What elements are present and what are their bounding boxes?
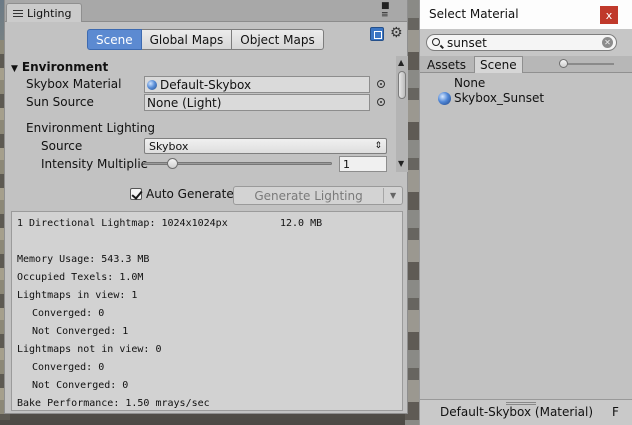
material-sphere-icon — [147, 79, 157, 90]
skybox-material-value: Default-Skybox — [160, 77, 252, 92]
list-item-label: Skybox_Sunset — [454, 91, 545, 105]
intensity-slider-thumb[interactable] — [167, 158, 178, 169]
list-item-none[interactable]: None — [454, 76, 485, 90]
source-dropdown[interactable]: Skybox ⇕ — [144, 138, 387, 154]
stat-memory-usage: Memory Usage: 543.3 MB — [17, 254, 150, 265]
stat-lightmap: 1 Directional Lightmap: 1024x1024px — [17, 218, 228, 229]
list-item-label: None — [454, 76, 486, 90]
search-row: sunset ✕ — [420, 29, 632, 57]
stat-in-view-converged: Converged: 0 — [32, 308, 105, 319]
preview-size-slider-track[interactable] — [564, 63, 614, 65]
mode-scene-button[interactable]: Scene — [87, 29, 142, 50]
select-material-window: Select Material x sunset ✕ Assets Scene … — [419, 0, 632, 425]
object-picker-icon[interactable] — [377, 98, 385, 106]
sun-source-value: None (Light) — [147, 95, 222, 110]
footer-truncated-text: F — [612, 405, 619, 419]
stat-not-in-view-not-converged: Not Converged: 0 — [32, 380, 129, 391]
auto-generate-toggle[interactable]: Auto Generate — [130, 187, 234, 201]
lighting-list-icon — [13, 9, 23, 18]
clear-search-icon[interactable]: ✕ — [602, 37, 613, 48]
select-material-title: Select Material — [429, 7, 519, 21]
chevron-down-icon[interactable]: ▼ — [384, 191, 402, 200]
stat-in-view-not-converged: Not Converged: 1 — [32, 326, 129, 337]
source-label: Source — [41, 139, 83, 153]
generate-lighting-label: Generate Lighting — [254, 188, 363, 203]
lighting-stats-panel: 1 Directional Lightmap: 1024x1024px 12.0… — [11, 211, 403, 411]
skybox-material-label: Skybox Material — [26, 77, 122, 91]
select-material-titlebar: Select Material x — [420, 0, 632, 29]
lighting-window: Lighting ■ ≡ Scene Global Maps Object Ma… — [4, 0, 408, 414]
selected-material-label: Default-Skybox (Material) — [440, 405, 594, 419]
preview-size-slider-thumb[interactable] — [559, 59, 568, 68]
dropdown-arrows-icon: ⇕ — [374, 141, 382, 151]
environment-section: ▼ Environment Skybox Material Default-Sky… — [5, 56, 397, 174]
close-button[interactable]: x — [600, 6, 618, 24]
list-item-skybox-sunset[interactable]: Skybox_Sunset — [438, 91, 544, 105]
generate-lighting-button[interactable]: Generate Lighting ▼ — [233, 186, 403, 205]
sun-source-label: Sun Source — [26, 95, 94, 109]
lighting-tab[interactable]: Lighting — [6, 3, 82, 22]
intensity-multiplier-label: Intensity Multiplie — [41, 157, 149, 171]
scroll-up-icon[interactable]: ▲ — [398, 58, 404, 67]
tab-scene[interactable]: Scene — [474, 56, 523, 73]
properties-scrollbar[interactable]: ▲ ▼ — [396, 56, 408, 172]
environment-lighting-label: Environment Lighting — [26, 121, 155, 135]
asset-scope-tabs: Assets Scene — [420, 56, 632, 73]
auto-generate-checkbox[interactable] — [130, 188, 142, 200]
lighting-mode-toolbar: Scene Global Maps Object Maps — [87, 29, 324, 51]
selection-footer: Default-Skybox (Material) F — [420, 399, 632, 425]
stat-bake-performance: Bake Performance: 1.50 mrays/sec — [17, 398, 210, 409]
material-list: None Skybox_Sunset — [420, 74, 632, 400]
object-picker-icon[interactable] — [377, 80, 385, 88]
stat-lightmaps-not-in-view: Lightmaps not in view: 0 — [17, 344, 162, 355]
search-input[interactable]: sunset ✕ — [426, 34, 617, 51]
mode-object-maps-button[interactable]: Object Maps — [232, 29, 324, 50]
stat-not-in-view-converged: Converged: 0 — [32, 362, 105, 373]
search-icon — [432, 38, 440, 46]
auto-generate-label: Auto Generate — [146, 187, 234, 201]
skybox-material-field[interactable]: Default-Skybox — [144, 76, 370, 93]
scrollbar-thumb[interactable] — [398, 71, 406, 99]
help-icon[interactable] — [370, 27, 384, 41]
mode-global-maps-button[interactable]: Global Maps — [141, 29, 233, 50]
window-menu-icon[interactable]: ≡ — [381, 10, 389, 20]
lighting-tab-bar: Lighting ■ ≡ — [5, 0, 407, 22]
stat-lightmap-size: 12.0 MB — [280, 218, 323, 229]
sun-source-field[interactable]: None (Light) — [144, 94, 370, 111]
foldout-arrow-icon: ▼ — [11, 64, 18, 74]
environment-foldout[interactable]: ▼ Environment — [11, 60, 108, 74]
material-sphere-icon — [438, 91, 451, 105]
gear-icon[interactable]: ⚙ — [390, 26, 403, 40]
intensity-value-field[interactable]: 1 — [339, 156, 387, 172]
scroll-down-icon[interactable]: ▼ — [398, 159, 404, 168]
tab-assets[interactable]: Assets — [422, 56, 471, 73]
search-input-value: sunset — [447, 36, 487, 50]
stat-lightmaps-in-view: Lightmaps in view: 1 — [17, 290, 138, 301]
environment-heading: Environment — [21, 60, 109, 74]
stat-occupied-texels: Occupied Texels: 1.0M — [17, 272, 144, 283]
lighting-tab-title: Lighting — [27, 6, 72, 20]
source-value: Skybox — [149, 139, 189, 153]
